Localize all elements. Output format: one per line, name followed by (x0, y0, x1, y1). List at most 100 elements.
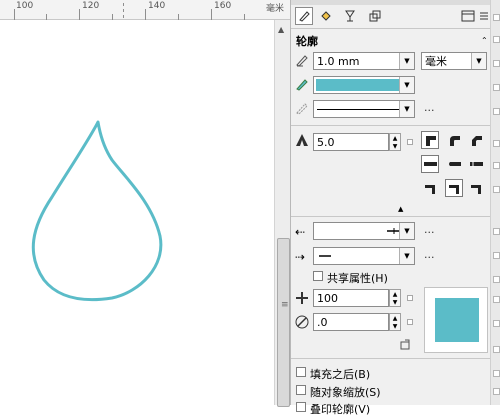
arrow-right-icon: ⇢ (295, 250, 306, 264)
outline-pen-icon[interactable] (295, 7, 313, 25)
end-arrow-preview (319, 255, 331, 257)
docker-tab[interactable] (493, 162, 500, 169)
outline-width-value: 1.0 mm (317, 54, 360, 68)
share-attributes-label: 共享属性(H) (327, 272, 388, 285)
docker-tab[interactable] (493, 388, 500, 395)
angle-input[interactable]: .0 (313, 313, 389, 331)
fill-bucket-icon[interactable] (317, 7, 335, 25)
docker-tab[interactable] (493, 370, 500, 377)
chevron-down-icon[interactable]: ▼ (399, 101, 414, 117)
chevron-down-icon[interactable]: ▼ (399, 53, 414, 69)
docker-tab[interactable] (493, 296, 500, 303)
miter-corner-button[interactable] (421, 131, 439, 149)
round-corner-button[interactable] (445, 131, 463, 149)
unit-dropdown[interactable]: 毫米 ▼ (421, 52, 487, 70)
line-style-preview (317, 108, 399, 110)
spin-down-icon[interactable]: ▼ (390, 322, 400, 330)
docker-tab[interactable] (493, 60, 500, 67)
scroll-up-arrow-icon[interactable]: ▲ (278, 25, 284, 34)
collapse-arrow-icon[interactable]: ▲ (398, 205, 403, 213)
docker-tab[interactable] (493, 36, 500, 43)
miter-limit-input[interactable]: 5.0 (313, 133, 389, 151)
divider (291, 28, 490, 29)
color-swatch (316, 79, 400, 91)
drawing-canvas[interactable] (0, 20, 274, 405)
reset-icon[interactable] (399, 339, 411, 351)
scrollbar-thumb[interactable]: ≡ (277, 238, 290, 407)
ruler-label: 140 (148, 1, 166, 11)
canvas-vertical-scrollbar[interactable]: ▲ ≡ (274, 20, 290, 407)
goblet-icon[interactable] (341, 7, 359, 25)
line-style-more-button[interactable]: ... (424, 101, 435, 114)
spin-down-icon[interactable]: ▼ (390, 298, 400, 306)
unit-value: 毫米 (425, 55, 447, 68)
teardrop-shape[interactable] (31, 120, 163, 302)
overprint-outline-checkbox[interactable] (296, 402, 306, 412)
docker-tab[interactable] (493, 84, 500, 91)
miter-limit-value: 5.0 (317, 135, 335, 149)
butt-cap-button[interactable] (421, 155, 439, 173)
docker-tab[interactable] (493, 14, 500, 21)
inside-position-button[interactable] (467, 179, 485, 197)
ruler-major-tick (145, 9, 146, 20)
chevron-down-icon[interactable]: ▼ (399, 248, 414, 264)
docker-tab[interactable] (493, 346, 500, 353)
stretch-lock-toggle[interactable] (407, 295, 413, 301)
ruler-cursor-marker (123, 3, 124, 6)
scale-with-object-checkbox[interactable] (296, 385, 306, 395)
end-arrow-more-button[interactable]: ... (424, 248, 435, 261)
nib-preview-box[interactable] (424, 287, 488, 353)
horizontal-ruler: 100 120 140 160 毫米 (0, 0, 290, 20)
bevel-corner-button[interactable] (467, 131, 485, 149)
divider (291, 216, 490, 217)
docker-tab[interactable] (493, 228, 500, 235)
docker-tab[interactable] (493, 140, 500, 147)
collapse-chevron-icon[interactable]: ⌃ (481, 36, 488, 45)
angle-value: .0 (317, 315, 328, 329)
miter-lock-toggle[interactable] (407, 139, 413, 145)
overprint-outline-label: 叠印轮廓(V) (310, 403, 371, 416)
spin-up-icon[interactable]: ▲ (390, 290, 400, 298)
stretch-input[interactable]: 100 (313, 289, 389, 307)
outside-position-button[interactable] (421, 179, 439, 197)
ruler-cursor-marker (123, 15, 124, 18)
center-position-button[interactable] (445, 179, 463, 197)
spin-up-icon[interactable]: ▲ (390, 134, 400, 142)
square-cap-button[interactable] (467, 155, 485, 173)
end-arrow-dropdown[interactable]: ▼ (313, 247, 415, 265)
miter-limit-spinner[interactable]: ▲ ▼ (389, 133, 401, 151)
angle-lock-toggle[interactable] (407, 319, 413, 325)
docker-tab[interactable] (493, 186, 500, 193)
list-icon[interactable] (477, 7, 491, 25)
chevron-down-icon[interactable]: ▼ (399, 223, 414, 239)
angle-spinner[interactable]: ▲ ▼ (389, 313, 401, 331)
docker-tab-strip[interactable] (490, 0, 500, 405)
docker-tab[interactable] (493, 108, 500, 115)
ruler-cursor-marker (123, 9, 124, 12)
object-properties-panel: 轮廓 ⌃ 1.0 mm ▼ 毫米 ▼ ▼ ▼ ... 5.0 ▲ ▼ ▲ ⇠ ▼… (290, 0, 491, 416)
docker-tab[interactable] (493, 320, 500, 327)
spin-up-icon[interactable]: ▲ (390, 314, 400, 322)
docker-tab[interactable] (493, 252, 500, 259)
miter-limit-icon (295, 133, 309, 147)
share-attributes-checkbox[interactable] (313, 271, 323, 281)
round-cap-button[interactable] (445, 155, 463, 173)
start-arrow-more-button[interactable]: ... (424, 223, 435, 236)
outline-color-picker[interactable]: ▼ (313, 76, 415, 94)
docker-tab[interactable] (493, 276, 500, 283)
outline-width-dropdown[interactable]: 1.0 mm ▼ (313, 52, 415, 70)
chevron-down-icon[interactable]: ▼ (399, 77, 414, 93)
stack-icon[interactable] (366, 7, 384, 25)
start-arrow-dropdown[interactable]: ▼ (313, 222, 415, 240)
stretch-spinner[interactable]: ▲ ▼ (389, 289, 401, 307)
ruler-label: 160 (214, 1, 232, 11)
chevron-down-icon[interactable]: ▼ (471, 53, 486, 69)
start-arrow-preview (387, 228, 401, 234)
fill-behind-checkbox[interactable] (296, 367, 306, 377)
window-icon[interactable] (459, 7, 477, 25)
spin-down-icon[interactable]: ▼ (390, 142, 400, 150)
canvas-svg (31, 120, 163, 302)
line-style-dropdown[interactable]: ▼ (313, 100, 415, 118)
ruler-unit: 毫米 (266, 4, 285, 14)
ruler-label: 120 (82, 1, 100, 11)
